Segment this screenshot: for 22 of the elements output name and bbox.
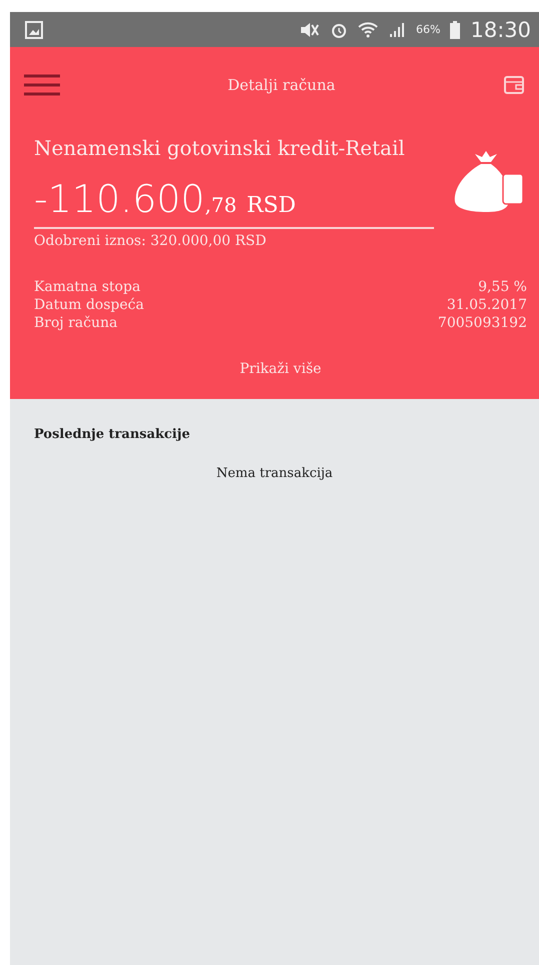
clock-time: 18:30 xyxy=(470,18,531,42)
detail-value: 9,55 % xyxy=(478,279,527,295)
balance-amount: -110.600,78 RSD xyxy=(34,177,434,229)
gallery-icon xyxy=(24,20,44,40)
detail-value: 7005093192 xyxy=(438,315,527,331)
account-name: Nenamenski gotovinski kredit-Retail xyxy=(34,135,406,162)
detail-label: Broj računa xyxy=(34,315,118,331)
approved-amount: Odobreni iznos: 320.000,00 RSD xyxy=(34,233,268,249)
detail-label: Datum dospeća xyxy=(34,297,144,313)
wallet-icon[interactable] xyxy=(502,74,525,96)
battery-icon xyxy=(450,20,460,40)
detail-label: Kamatna stopa xyxy=(34,279,140,295)
section-title: Poslednje transakcije xyxy=(34,427,191,442)
battery-percentage: 66% xyxy=(416,23,440,36)
mute-icon xyxy=(298,20,320,38)
wifi-icon xyxy=(358,20,378,38)
empty-message: Nema transakcija xyxy=(216,466,333,481)
screen-title: Detalji računa xyxy=(228,76,336,94)
detail-value: 31.05.2017 xyxy=(446,297,527,313)
show-more-link[interactable]: Prikaži više xyxy=(240,361,322,377)
menu-icon[interactable] xyxy=(24,73,60,97)
signal-icon xyxy=(388,20,406,38)
